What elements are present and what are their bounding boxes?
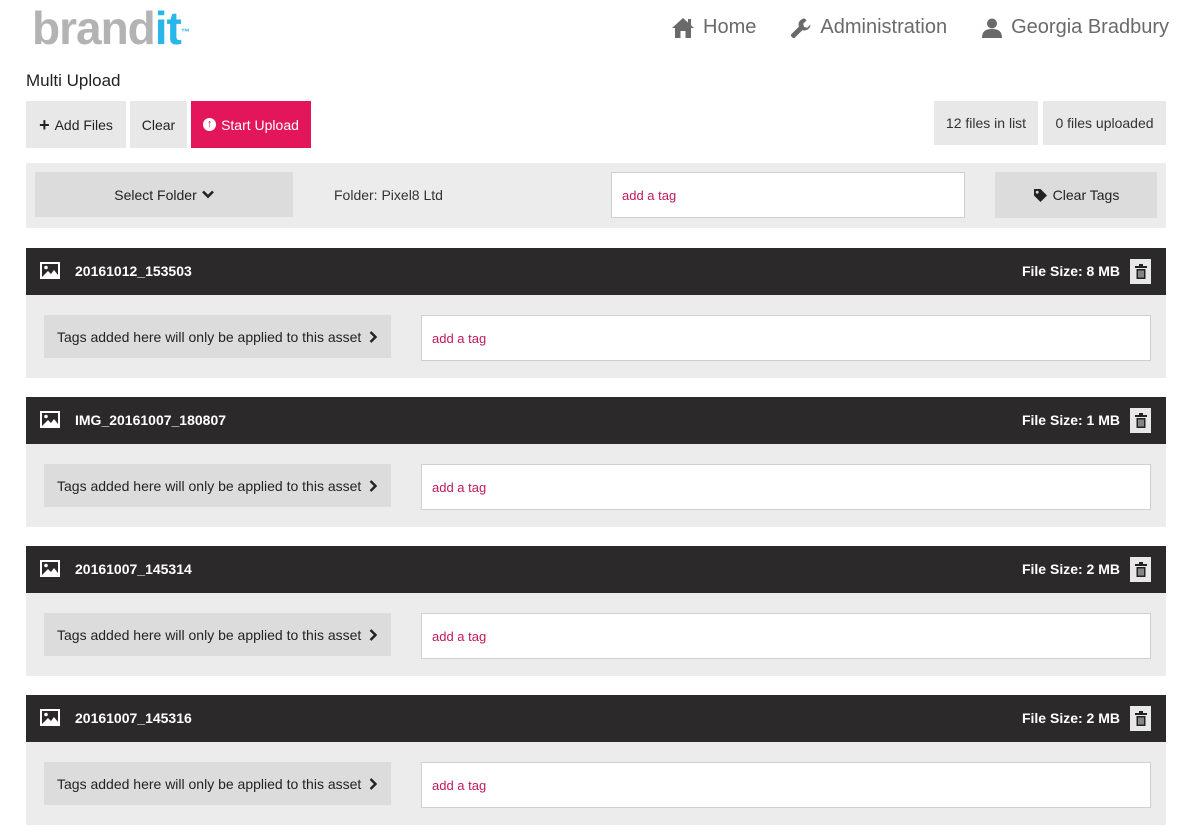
start-upload-button[interactable]: ↑ Start Upload	[191, 101, 311, 148]
user-icon	[982, 18, 1003, 38]
nav-user[interactable]: Georgia Bradbury	[981, 16, 1169, 39]
image-icon	[40, 411, 60, 428]
add-files-button[interactable]: + Add Files	[26, 101, 126, 148]
files-uploaded-badge: 0 files uploaded	[1043, 101, 1166, 145]
asset-tag-note: Tags added here will only be applied to …	[44, 464, 391, 507]
files-in-list-badge: 12 files in list	[934, 101, 1038, 145]
file-size: File Size: 8 MB	[1021, 263, 1120, 279]
asset-tag-input[interactable]	[421, 613, 1151, 659]
file-name: IMG_20161007_180807	[75, 412, 227, 428]
trash-icon	[1134, 562, 1147, 577]
select-folder-label: Select Folder	[114, 186, 197, 203]
wrench-icon	[791, 18, 811, 38]
folder-label: Folder: Pixel8 Ltd	[334, 187, 443, 203]
asset-tag-note: Tags added here will only be applied to …	[44, 762, 391, 805]
file-item: 20161012_153503 File Size: 8 MB Tags add…	[26, 248, 1166, 378]
upload-circle-icon: ↑	[203, 118, 217, 131]
select-folder-button[interactable]: Select Folder	[35, 172, 293, 217]
image-icon	[40, 709, 60, 726]
nav-administration-label: Administration	[820, 16, 948, 38]
asset-tag-note-label: Tags added here will only be applied to …	[57, 328, 362, 345]
delete-file-button[interactable]	[1130, 706, 1151, 731]
file-body: Tags added here will only be applied to …	[26, 593, 1166, 676]
tag-icon	[1033, 188, 1047, 202]
chevron-right-icon	[369, 330, 378, 343]
nav-user-name: Georgia Bradbury	[1011, 16, 1169, 38]
add-files-label: Add Files	[54, 116, 113, 133]
file-item: 20161007_145316 File Size: 2 MB Tags add…	[26, 695, 1166, 825]
plus-icon: +	[39, 114, 50, 135]
file-name: 20161012_153503	[75, 263, 192, 279]
clear-label: Clear	[141, 116, 176, 133]
trash-icon	[1134, 264, 1147, 279]
file-name: 20161007_145316	[75, 710, 192, 726]
clear-button[interactable]: Clear	[130, 101, 187, 148]
file-header: 20161007_145314 File Size: 2 MB	[26, 546, 1166, 593]
delete-file-button[interactable]	[1130, 557, 1151, 582]
page-title: Multi Upload	[26, 71, 121, 90]
nav-home-label: Home	[703, 16, 757, 38]
file-size: File Size: 2 MB	[1021, 561, 1120, 577]
folder-bar: Select Folder Folder: Pixel8 Ltd Clear T…	[26, 163, 1166, 228]
folder-tag-input[interactable]	[611, 172, 965, 218]
upload-toolbar: + Add Files Clear ↑ Start Upload 12 file…	[26, 101, 1166, 148]
clear-tags-label: Clear Tags	[1052, 187, 1120, 203]
top-navigation: Home Administration Georgia Bradbury	[637, 16, 1169, 39]
asset-tag-input[interactable]	[421, 762, 1151, 808]
asset-tag-note: Tags added here will only be applied to …	[44, 613, 391, 656]
logo-trademark: ™	[180, 27, 190, 37]
logo-it-text: it	[154, 2, 182, 54]
home-icon	[672, 17, 695, 38]
logo-brand-text: brand	[32, 2, 156, 54]
file-body: Tags added here will only be applied to …	[26, 444, 1166, 527]
delete-file-button[interactable]	[1130, 259, 1151, 284]
trash-icon	[1134, 711, 1147, 726]
chevron-right-icon	[369, 777, 378, 790]
file-header: 20161012_153503 File Size: 8 MB	[26, 248, 1166, 295]
file-body: Tags added here will only be applied to …	[26, 742, 1166, 825]
image-icon	[40, 262, 60, 279]
file-body: Tags added here will only be applied to …	[26, 295, 1166, 378]
asset-tag-note-label: Tags added here will only be applied to …	[57, 626, 362, 643]
chevron-right-icon	[369, 479, 378, 492]
asset-tag-note-label: Tags added here will only be applied to …	[57, 775, 362, 792]
brandit-logo[interactable]: brandit™	[32, 4, 190, 52]
asset-tag-note-label: Tags added here will only be applied to …	[57, 477, 362, 494]
trash-icon	[1134, 413, 1147, 428]
asset-tag-note: Tags added here will only be applied to …	[44, 315, 391, 358]
image-icon	[40, 560, 60, 577]
file-item: IMG_20161007_180807 File Size: 1 MB Tags…	[26, 397, 1166, 527]
file-header: IMG_20161007_180807 File Size: 1 MB	[26, 397, 1166, 444]
asset-tag-input[interactable]	[421, 315, 1151, 361]
nav-home[interactable]: Home	[671, 16, 756, 39]
file-size: File Size: 1 MB	[1021, 412, 1120, 428]
file-name: 20161007_145314	[75, 561, 192, 577]
nav-administration[interactable]: Administration	[790, 16, 947, 39]
start-upload-label: Start Upload	[221, 116, 299, 133]
clear-tags-button[interactable]: Clear Tags	[995, 172, 1157, 218]
chevron-right-icon	[369, 628, 378, 641]
file-item: 20161007_145314 File Size: 2 MB Tags add…	[26, 546, 1166, 676]
delete-file-button[interactable]	[1130, 408, 1151, 433]
asset-tag-input[interactable]	[421, 464, 1151, 510]
chevron-down-icon	[201, 190, 214, 199]
file-header: 20161007_145316 File Size: 2 MB	[26, 695, 1166, 742]
file-size: File Size: 2 MB	[1021, 710, 1120, 726]
